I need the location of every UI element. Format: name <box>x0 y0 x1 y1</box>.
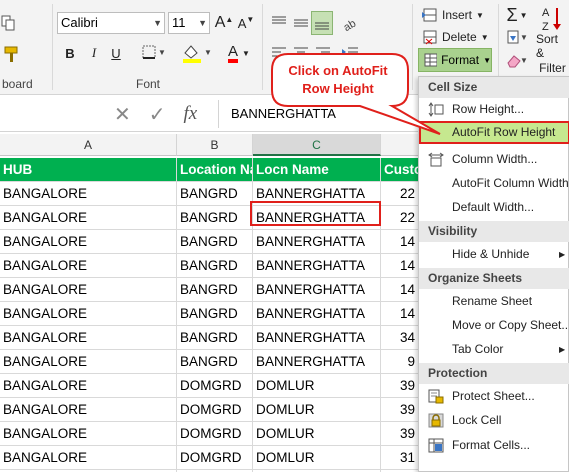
callout-text: Click on AutoFit Row Height <box>275 62 401 98</box>
callout-line-2: Row Height <box>302 81 374 96</box>
callout-line-1: Click on AutoFit <box>288 63 388 78</box>
